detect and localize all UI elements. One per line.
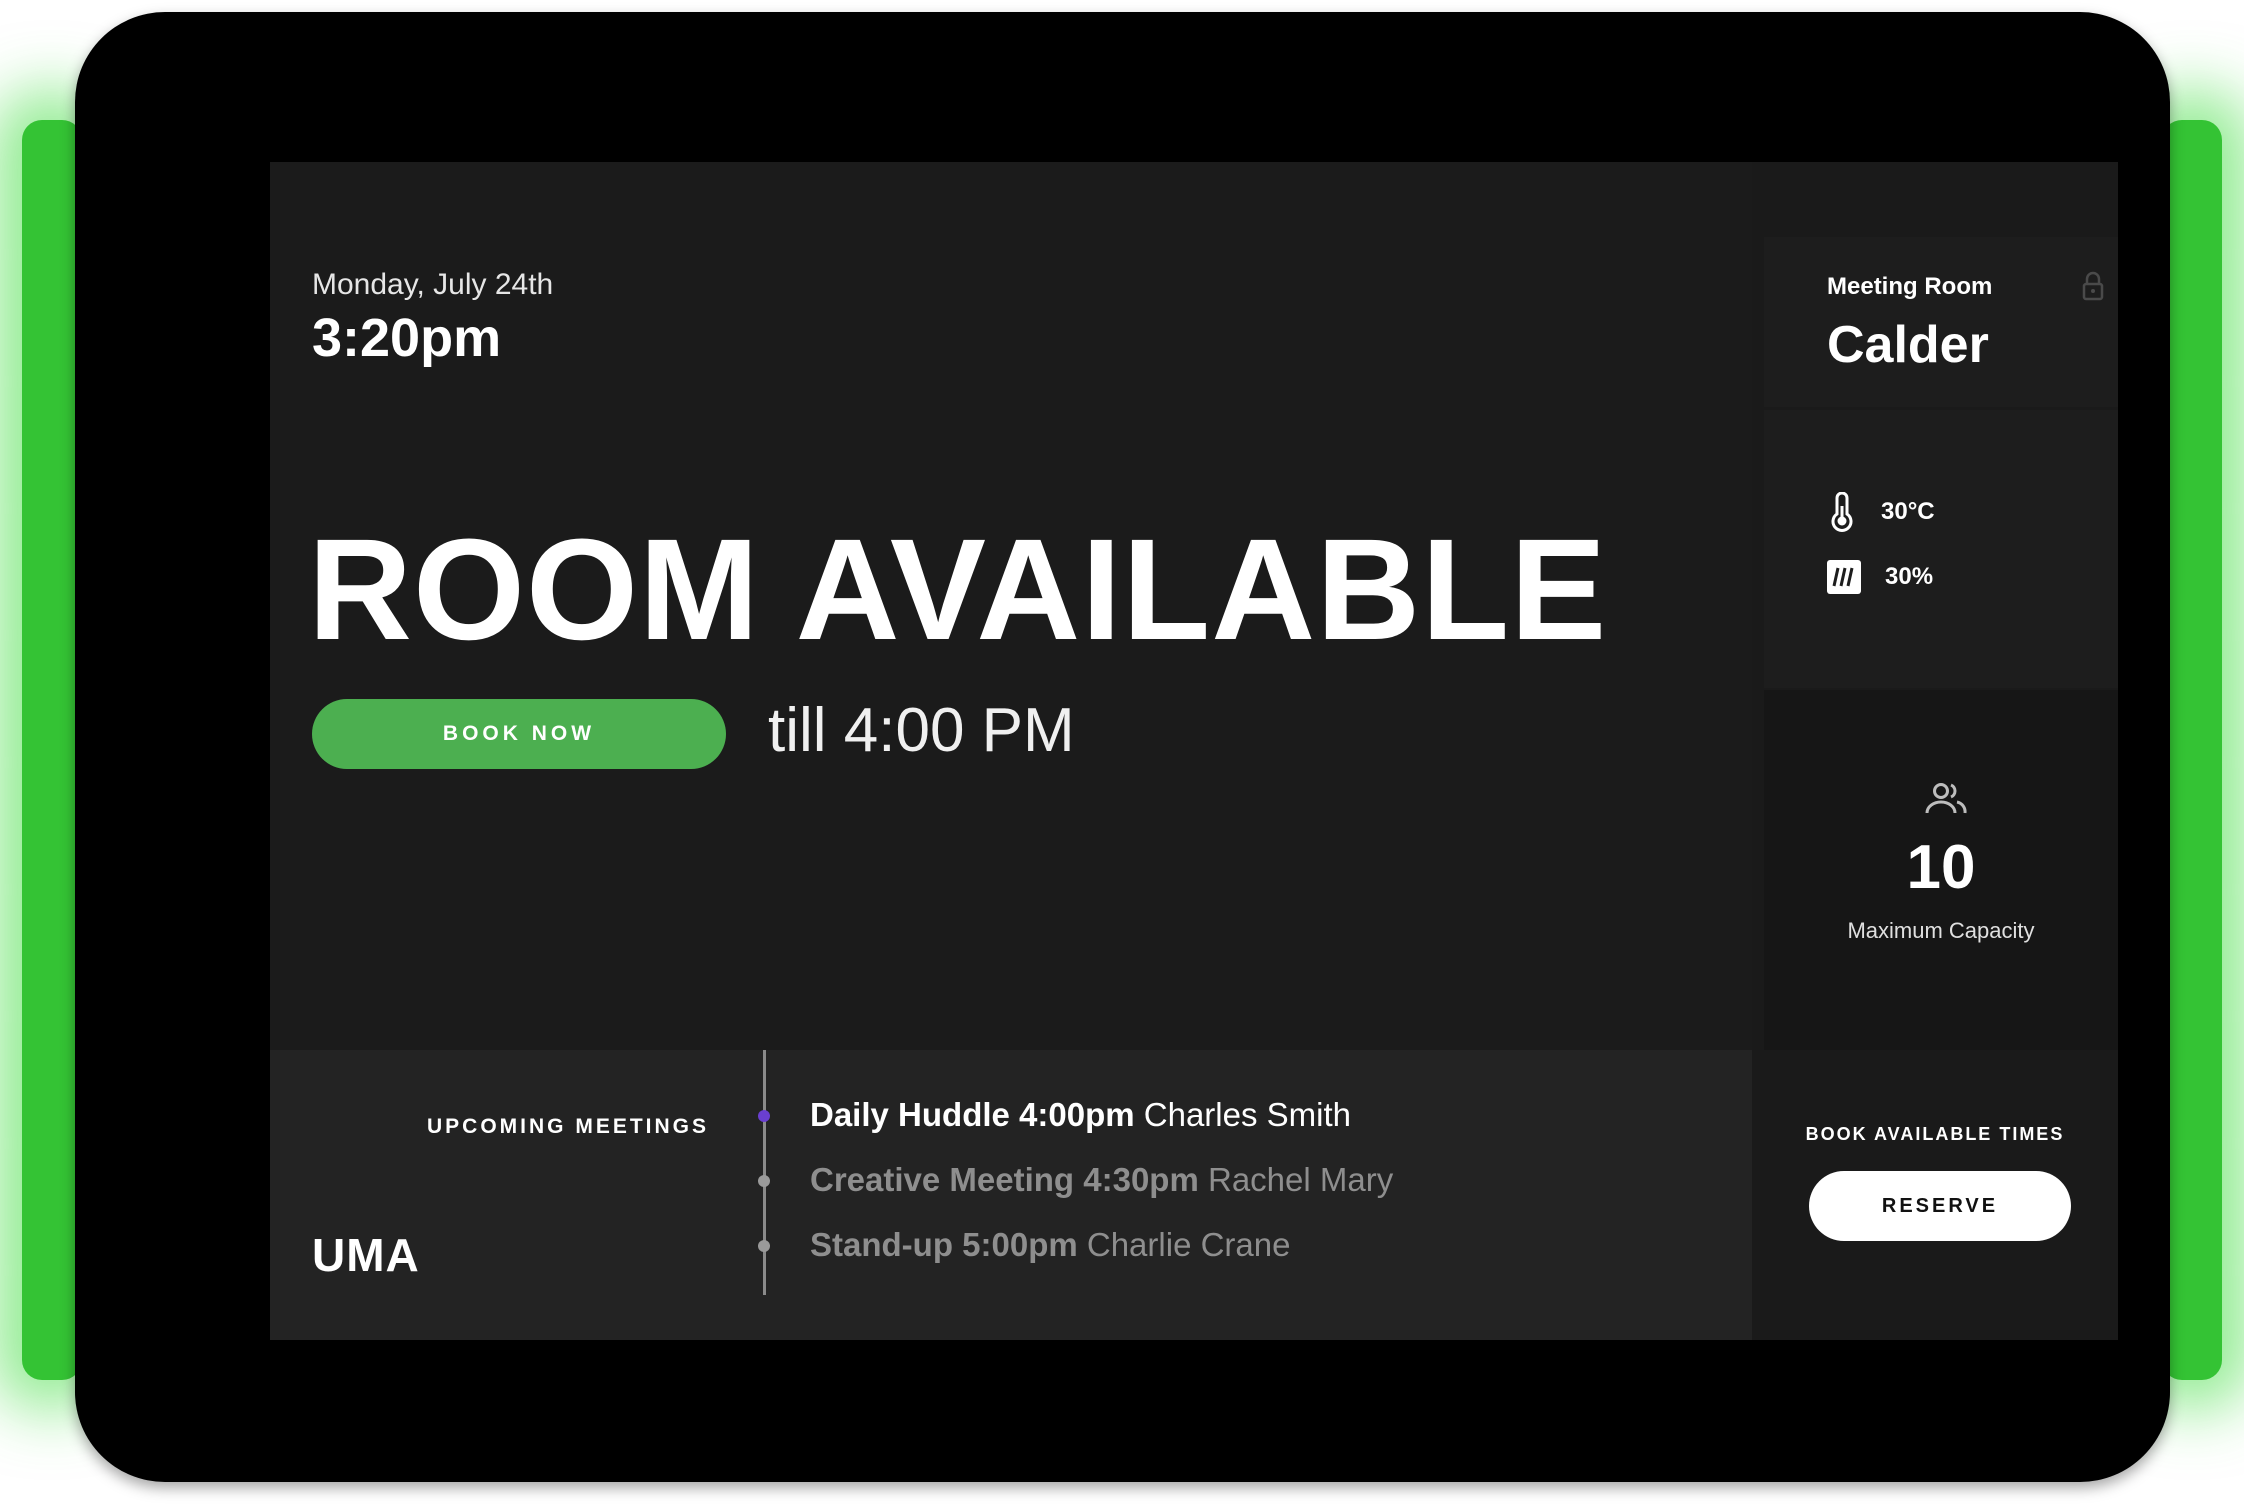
book-now-button[interactable]: BOOK NOW: [312, 699, 726, 769]
reserve-button[interactable]: RESERVE: [1809, 1171, 2071, 1241]
tablet-device: Monday, July 24th 3:20pm ROOM AVAILABLE …: [75, 12, 2170, 1482]
room-display-screen: Monday, July 24th 3:20pm ROOM AVAILABLE …: [270, 162, 2118, 1340]
uma-logo: UMA: [312, 1229, 420, 1281]
room-status-headline: ROOM AVAILABLE: [308, 509, 1608, 670]
timeline-dot-active: [758, 1110, 770, 1122]
room-card: Meeting Room Calder: [1764, 237, 2118, 407]
meeting-host: Rachel Mary: [1207, 1161, 1394, 1198]
humidity-row: 30%: [1827, 560, 1933, 594]
people-icon: [1925, 783, 1967, 814]
upcoming-meetings-panel: UPCOMING MEETINGS UMA Daily Huddle 4:00p…: [270, 1050, 1752, 1340]
meeting-item[interactable]: Stand-up 5:00pm Charlie Crane: [810, 1226, 1290, 1264]
meeting-title: Daily Huddle 4:00pm: [810, 1096, 1135, 1133]
humidity-icon: [1827, 560, 1861, 594]
timeline-dot: [758, 1240, 770, 1252]
temperature-value: 30°C: [1881, 498, 1935, 525]
room-type-label: Meeting Room: [1827, 273, 1993, 300]
main-panel: Monday, July 24th 3:20pm ROOM AVAILABLE …: [270, 162, 1752, 1050]
meeting-title: Creative Meeting 4:30pm: [810, 1161, 1199, 1198]
temperature-row: 30°C: [1827, 492, 1935, 532]
lock-icon[interactable]: [2082, 271, 2104, 301]
reserve-card: BOOK AVAILABLE TIMES RESERVE: [1752, 1050, 2118, 1340]
device-glow-right: [2162, 120, 2222, 1380]
meeting-host: Charles Smith: [1143, 1096, 1351, 1133]
available-until: till 4:00 PM: [768, 696, 1075, 765]
room-info-sidebar: Meeting Room Calder 30°C 30% 10 Maximum …: [1752, 162, 2118, 1340]
room-name: Calder: [1827, 316, 1989, 374]
max-capacity-value: 10: [1906, 833, 1976, 902]
current-date: Monday, July 24th: [312, 268, 554, 301]
capacity-card: 10 Maximum Capacity: [1764, 690, 2118, 1050]
meeting-title: Stand-up 5:00pm: [810, 1226, 1078, 1263]
humidity-value: 30%: [1885, 563, 1934, 590]
meeting-host: Charlie Crane: [1086, 1226, 1291, 1263]
environment-card: 30°C 30%: [1764, 410, 2118, 688]
meeting-item[interactable]: Daily Huddle 4:00pm Charles Smith: [810, 1096, 1351, 1134]
thermometer-icon: [1831, 492, 1853, 532]
upcoming-meetings-label: UPCOMING MEETINGS: [427, 1115, 710, 1138]
device-glow-left: [22, 120, 82, 1380]
max-capacity-label: Maximum Capacity: [1847, 918, 2035, 943]
book-available-times-label: BOOK AVAILABLE TIMES: [1805, 1124, 2065, 1144]
current-time: 3:20pm: [312, 308, 502, 368]
timeline-dot: [758, 1175, 770, 1187]
meetings-timeline: [763, 1050, 766, 1295]
meeting-item[interactable]: Creative Meeting 4:30pm Rachel Mary: [810, 1161, 1393, 1199]
